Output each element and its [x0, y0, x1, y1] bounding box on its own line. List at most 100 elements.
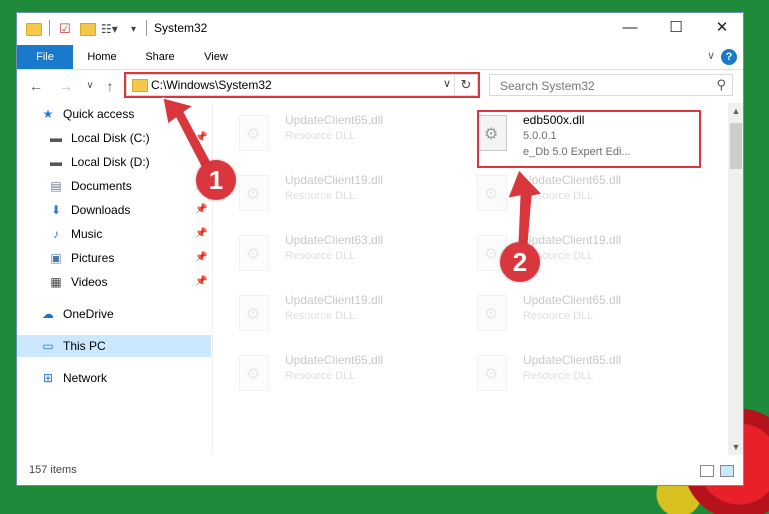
sidebar-item-label: Local Disk (D:) [71, 155, 150, 169]
sidebar-item-onedrive[interactable]: ☁ OneDrive [17, 303, 211, 325]
file-item[interactable]: UpdateClient19.dll Resource DLL [213, 289, 423, 339]
drive-icon: ▬ [50, 155, 62, 169]
sidebar-item-label: Local Disk (C:) [71, 131, 150, 145]
file-explorer-window: ☑ ☷▾ ▾ System32 — ☐ ✕ File Home Share Vi… [16, 12, 744, 486]
file-name: UpdateClient63.dll [285, 233, 384, 247]
sidebar-item-label: Documents [71, 179, 132, 193]
file-type: Resource DLL [285, 250, 356, 262]
scroll-down-icon[interactable]: ▼ [728, 439, 743, 455]
expand-ribbon-icon[interactable]: ∨ [707, 49, 715, 62]
vertical-scrollbar[interactable]: ▲ ▼ [728, 103, 743, 455]
large-icons-view-icon[interactable] [720, 465, 734, 477]
sidebar-item-label: This PC [63, 339, 106, 353]
address-highlight-box [124, 72, 480, 98]
properties-icon[interactable]: ☑ [59, 20, 71, 38]
file-item[interactable]: UpdateClient65.dll Resource DLL [451, 169, 661, 219]
window-title: System32 [154, 21, 208, 35]
file-item[interactable]: UpdateClient65.dll Resource DLL [451, 289, 661, 339]
videos-icon: ▦ [50, 275, 62, 289]
back-button[interactable]: ← [25, 76, 47, 96]
item-count: 157 items [29, 464, 77, 476]
sidebar-item-local-disk-c[interactable]: ▬ Local Disk (C:) 📌 [17, 127, 211, 149]
file-name: UpdateClient65.dll [285, 113, 384, 127]
dll-file-icon [239, 235, 269, 271]
file-name: UpdateClient19.dll [285, 293, 384, 307]
forward-button[interactable]: → [55, 76, 77, 96]
pin-icon: 📌 [195, 276, 208, 287]
sidebar-item-label: Music [71, 227, 103, 241]
search-box[interactable]: ⚲ [489, 74, 733, 96]
sidebar-item-quick-access[interactable]: ★ Quick access [17, 103, 211, 125]
sidebar-item-label: Pictures [71, 251, 115, 265]
new-folder-icon[interactable] [80, 20, 96, 38]
ribbon-tabs: File Home Share View ∨ ? [17, 45, 743, 70]
download-icon: ⬇ [50, 203, 62, 217]
sidebar-item-network[interactable]: ⊞ Network [17, 367, 211, 389]
customize-toolbar-icon[interactable]: ☷▾ [101, 20, 118, 38]
close-button[interactable]: ✕ [699, 13, 743, 43]
up-button[interactable]: ↑ [99, 76, 121, 96]
minimize-button[interactable]: — [607, 13, 653, 43]
sidebar-item-label: Downloads [71, 203, 131, 217]
sidebar-item-label: Videos [71, 275, 108, 289]
help-icon[interactable]: ? [721, 49, 737, 65]
status-bar: 157 items [17, 457, 743, 485]
sidebar-item-local-disk-d[interactable]: ▬ Local Disk (D:) [17, 151, 211, 173]
navigation-pane: ★ Quick access ▬ Local Disk (C:) 📌 ▬ Loc… [17, 103, 211, 455]
divider [49, 20, 50, 36]
chevron-down-icon[interactable]: ▾ [131, 20, 136, 38]
sidebar-item-documents[interactable]: ▤ Documents 📌 [17, 175, 211, 197]
file-item[interactable]: UpdateClient19.dll Resource DLL [451, 229, 661, 279]
file-item[interactable]: UpdateClient65.dll Resource DLL [213, 349, 423, 399]
pin-icon: 📌 [195, 204, 208, 215]
pin-icon: 📌 [195, 228, 208, 239]
music-icon: ♪ [53, 227, 59, 241]
details-view-icon[interactable] [700, 465, 714, 477]
recent-locations-button[interactable]: ∨ [79, 76, 101, 96]
file-item[interactable]: UpdateClient65.dll Resource DLL [213, 109, 423, 159]
divider [146, 20, 147, 36]
sidebar-item-label: Quick access [63, 107, 135, 121]
navigation-bar: ← → ∨ ↑ C:\Windows\System32 ∨ ↻ ⚲ [17, 70, 743, 102]
tab-view[interactable]: View [191, 45, 241, 69]
dll-file-icon [239, 115, 269, 151]
star-icon: ★ [42, 107, 54, 121]
computer-icon: ▭ [42, 339, 54, 353]
sidebar-item-this-pc[interactable]: ▭ This PC [17, 335, 211, 357]
documents-icon: ▤ [50, 179, 62, 193]
sidebar-item-pictures[interactable]: ▣ Pictures 📌 [17, 247, 211, 269]
dll-file-icon [239, 355, 269, 391]
file-type: Resource DLL [523, 370, 594, 382]
file-type: Resource DLL [523, 190, 594, 202]
file-item[interactable]: UpdateClient65.dll Resource DLL [451, 349, 661, 399]
cloud-icon: ☁ [42, 307, 54, 321]
tab-share[interactable]: Share [135, 45, 185, 69]
tab-home[interactable]: Home [77, 45, 127, 69]
scrollbar-thumb[interactable] [730, 123, 742, 169]
scroll-up-icon[interactable]: ▲ [728, 103, 743, 119]
sidebar-item-music[interactable]: ♪ Music 📌 [17, 223, 211, 245]
search-icon[interactable]: ⚲ [716, 77, 726, 93]
maximize-button[interactable]: ☐ [653, 13, 699, 43]
dll-file-icon [477, 355, 507, 391]
file-name: UpdateClient65.dll [523, 353, 622, 367]
sidebar-item-label: Network [63, 371, 108, 385]
pictures-icon: ▣ [50, 251, 62, 265]
search-input[interactable] [498, 78, 702, 94]
tab-file[interactable]: File [17, 45, 73, 69]
file-type: Resource DLL [285, 190, 356, 202]
file-name: UpdateClient65.dll [523, 293, 622, 307]
sidebar-item-label: OneDrive [63, 307, 114, 321]
file-item[interactable]: UpdateClient19.dll Resource DLL [213, 169, 423, 219]
file-item[interactable]: UpdateClient63.dll Resource DLL [213, 229, 423, 279]
callout-step-2: 2 [500, 242, 540, 282]
dll-file-icon [239, 175, 269, 211]
sidebar-item-videos[interactable]: ▦ Videos 📌 [17, 271, 211, 293]
network-icon: ⊞ [42, 371, 54, 385]
file-type: Resource DLL [285, 130, 356, 142]
sidebar-item-downloads[interactable]: ⬇ Downloads 📌 [17, 199, 211, 221]
file-type: Resource DLL [285, 310, 356, 322]
file-type: Resource DLL [285, 370, 356, 382]
file-name: UpdateClient65.dll [523, 173, 622, 187]
file-highlight-box [477, 110, 701, 168]
